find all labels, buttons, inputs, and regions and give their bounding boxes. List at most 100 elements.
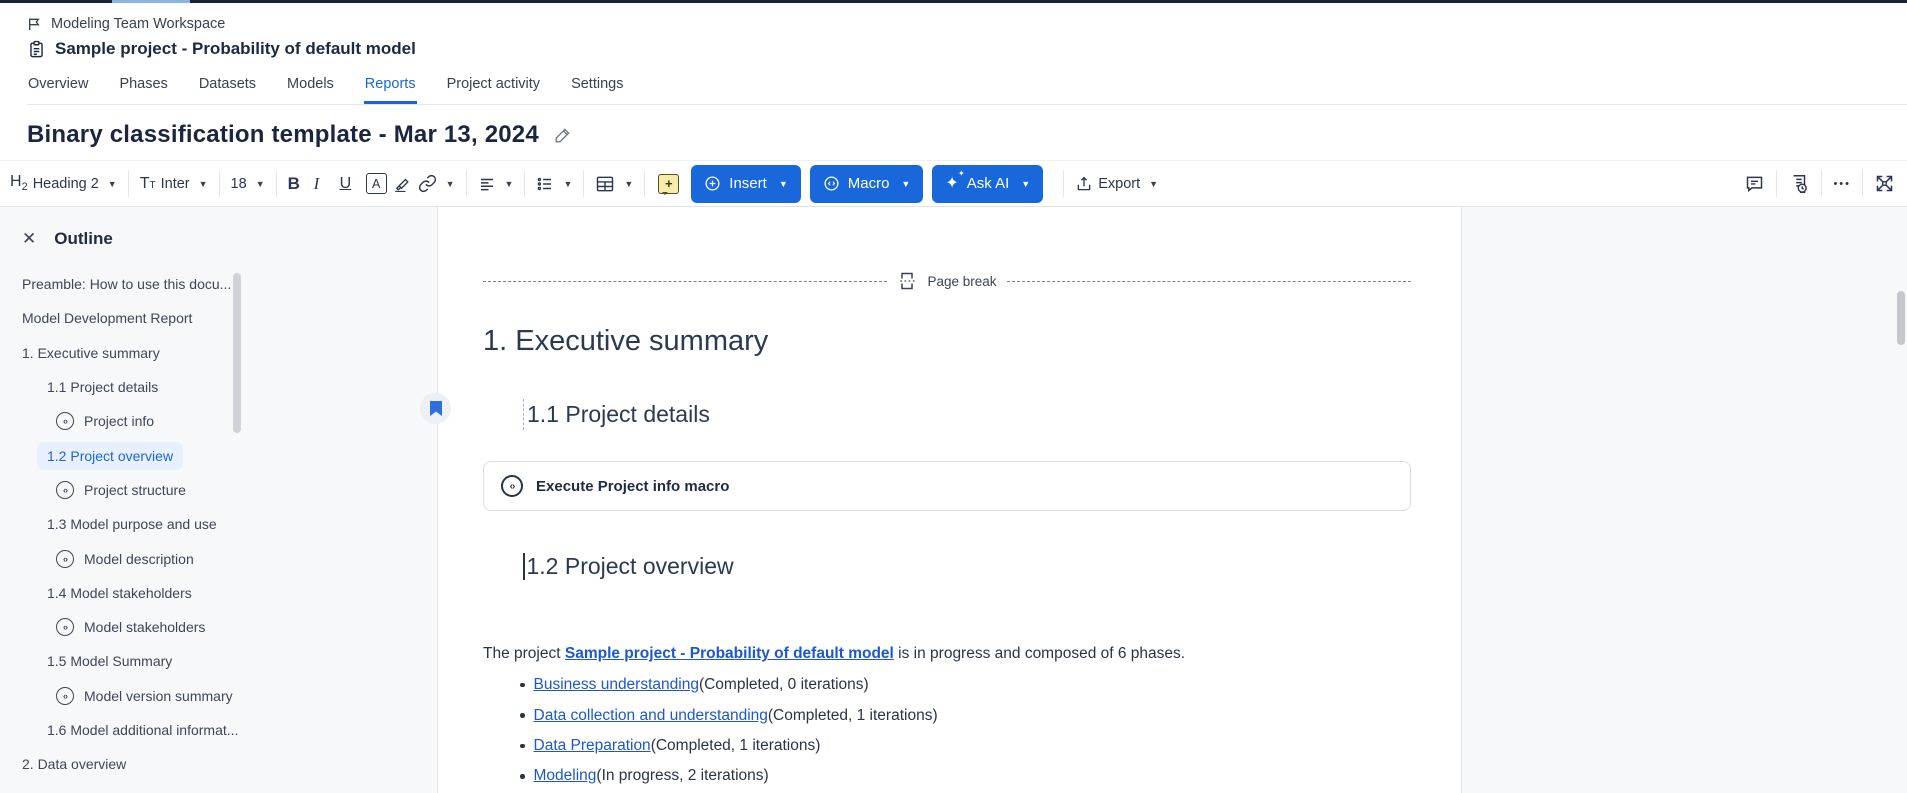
macro-button[interactable]: Macro ▼ (810, 165, 924, 203)
edit-title-icon[interactable] (554, 126, 572, 144)
document-page: Page break 1. Executive summary 1.1 Proj… (437, 207, 1462, 793)
outline-item-data-overview[interactable]: 2. Data overview (0, 747, 437, 781)
toolbar-divider (128, 170, 129, 197)
macro-icon: ‹› (56, 618, 74, 636)
macro-block-label: Execute Project info macro (536, 478, 729, 495)
list-item-business-understanding: Business understanding (Completed, 0 ite… (520, 670, 938, 700)
toolbar-divider (1821, 170, 1822, 197)
toolbar-right-group: ••• (1744, 161, 1895, 206)
editor-toolbar: H2 Heading 2 ▼ TT Inter ▼ 18 ▼ B I U A ▼… (0, 160, 1907, 207)
add-comment-icon[interactable]: + (658, 174, 679, 194)
phase-link[interactable]: Data collection and understanding (534, 707, 768, 725)
workspace-label[interactable]: Modeling Team Workspace (51, 16, 225, 32)
selection-cursor (523, 399, 524, 430)
doc-heading-executive-summary: 1. Executive summary (483, 325, 768, 358)
browser-top-strip (0, 0, 1907, 3)
insert-button[interactable]: Insert ▼ (691, 165, 800, 203)
phase-link[interactable]: Business understanding (534, 676, 699, 694)
tab-datasets[interactable]: Datasets (198, 69, 257, 104)
font-size-select[interactable]: 18 ▼ (231, 176, 265, 192)
chevron-down-icon: ▼ (199, 179, 208, 189)
outline-item-model-stakeholders-macro[interactable]: ‹›Model stakeholders (0, 610, 437, 644)
chevron-down-icon: ▼ (1149, 179, 1158, 189)
page-break-line (1007, 281, 1411, 282)
toolbar-divider (219, 170, 220, 197)
outline-items: Preamble: How to use this docu... Model … (0, 267, 437, 793)
outline-item-project-overview[interactable]: 1.2 Project overview (0, 438, 437, 472)
outline-item-model-additional-info[interactable]: 1.6 Model additional informat... (0, 713, 437, 747)
content-area: ✕ Outline Preamble: How to use this docu… (0, 207, 1907, 793)
app-header: Modeling Team Workspace Sample project -… (0, 3, 1907, 105)
list-button[interactable]: ▼ (536, 175, 572, 193)
bold-button[interactable]: B (288, 174, 314, 194)
tab-overview[interactable]: Overview (27, 69, 89, 104)
project-tab-bar: Overview Phases Datasets Models Reports … (27, 69, 1907, 105)
sparkle-icon: ✦✦ (945, 176, 958, 192)
list-item-data-preparation: Data Preparation (Completed, 1 iteration… (520, 731, 938, 761)
text-caret (523, 553, 525, 580)
toolbar-divider (276, 170, 277, 197)
doc-heading-project-overview: 1.2 Project overview (523, 553, 734, 580)
tab-reports[interactable]: Reports (364, 69, 417, 104)
outline-sidebar: ✕ Outline Preamble: How to use this docu… (0, 207, 437, 793)
insert-label: Insert (729, 175, 767, 192)
align-button[interactable]: ▼ (478, 175, 514, 193)
outline-item-model-summary[interactable]: 1.5 Model Summary (0, 644, 437, 678)
block-style-select[interactable]: H2 Heading 2 ▼ (10, 173, 117, 193)
toolbar-divider (1063, 170, 1064, 197)
list-item-data-collection: Data collection and understanding (Compl… (520, 700, 938, 730)
ask-ai-button[interactable]: ✦✦ Ask AI ▼ (932, 165, 1043, 203)
tab-phases[interactable]: Phases (118, 69, 168, 104)
outline-item-model-purpose[interactable]: 1.3 Model purpose and use (0, 507, 437, 541)
tab-settings[interactable]: Settings (570, 69, 624, 104)
bullet-dot (520, 683, 525, 688)
macro-icon: ‹› (56, 687, 74, 705)
font-family-icon: TT (140, 175, 156, 193)
export-button[interactable]: Export ▼ (1075, 175, 1158, 193)
version-history-icon[interactable] (1788, 173, 1810, 195)
highlight-button[interactable] (392, 174, 418, 193)
bookmark-icon[interactable] (420, 393, 451, 424)
more-options-icon[interactable]: ••• (1833, 178, 1851, 190)
outline-item-model-version-summary[interactable]: ‹›Model version summary (0, 679, 437, 713)
close-outline-icon[interactable]: ✕ (22, 229, 36, 249)
page-break-line (483, 281, 887, 282)
bullet-dot (520, 774, 525, 779)
outline-item-model-description[interactable]: ‹›Model description (0, 541, 437, 575)
toolbar-divider (1776, 170, 1777, 197)
outline-item-project-details[interactable]: 1.1 Project details (0, 370, 437, 404)
toolbar-divider (1862, 170, 1863, 197)
project-link[interactable]: Sample project - Probability of default … (565, 645, 894, 662)
chevron-down-icon: ▼ (505, 179, 514, 189)
underline-button[interactable]: U (340, 175, 366, 193)
outline-item-data-request[interactable]: 2.1 Data request and extracti... (0, 781, 437, 793)
outline-item-preamble[interactable]: Preamble: How to use this docu... (0, 267, 437, 301)
outline-item-executive-summary[interactable]: 1. Executive summary (0, 336, 437, 370)
macro-icon: ‹› (56, 412, 74, 430)
fullscreen-icon[interactable] (1874, 173, 1895, 194)
outline-scrollbar[interactable] (233, 273, 241, 433)
report-title-row: Binary classification template - Mar 13,… (0, 105, 1907, 160)
outline-item-model-stakeholders[interactable]: 1.4 Model stakeholders (0, 576, 437, 610)
outline-item-project-structure[interactable]: ‹›Project structure (0, 473, 437, 507)
execute-macro-block[interactable]: ‹› Execute Project info macro (483, 461, 1411, 511)
phase-link[interactable]: Modeling (534, 767, 597, 785)
browser-top-strip-progress (112, 0, 190, 3)
outline-item-project-info[interactable]: ‹›Project info (0, 404, 437, 438)
font-family-select[interactable]: TT Inter ▼ (140, 175, 208, 193)
tab-models[interactable]: Models (286, 69, 335, 104)
outline-item-model-development-report[interactable]: Model Development Report (0, 301, 437, 335)
table-button[interactable]: ▼ (595, 174, 633, 194)
link-button[interactable]: ▼ (418, 174, 455, 193)
chevron-down-icon: ▼ (1021, 179, 1030, 189)
macro-icon: ‹› (56, 481, 74, 499)
phase-link[interactable]: Data Preparation (534, 737, 651, 755)
project-title: Sample project - Probability of default … (55, 39, 416, 59)
clipboard-icon (27, 40, 46, 59)
text-color-button[interactable]: A (366, 173, 392, 194)
italic-button[interactable]: I (314, 174, 340, 194)
comments-panel-icon[interactable] (1744, 173, 1765, 194)
tab-project-activity[interactable]: Project activity (446, 69, 541, 104)
window-scrollbar[interactable] (1897, 291, 1905, 345)
page-break-label: Page break (927, 274, 996, 289)
